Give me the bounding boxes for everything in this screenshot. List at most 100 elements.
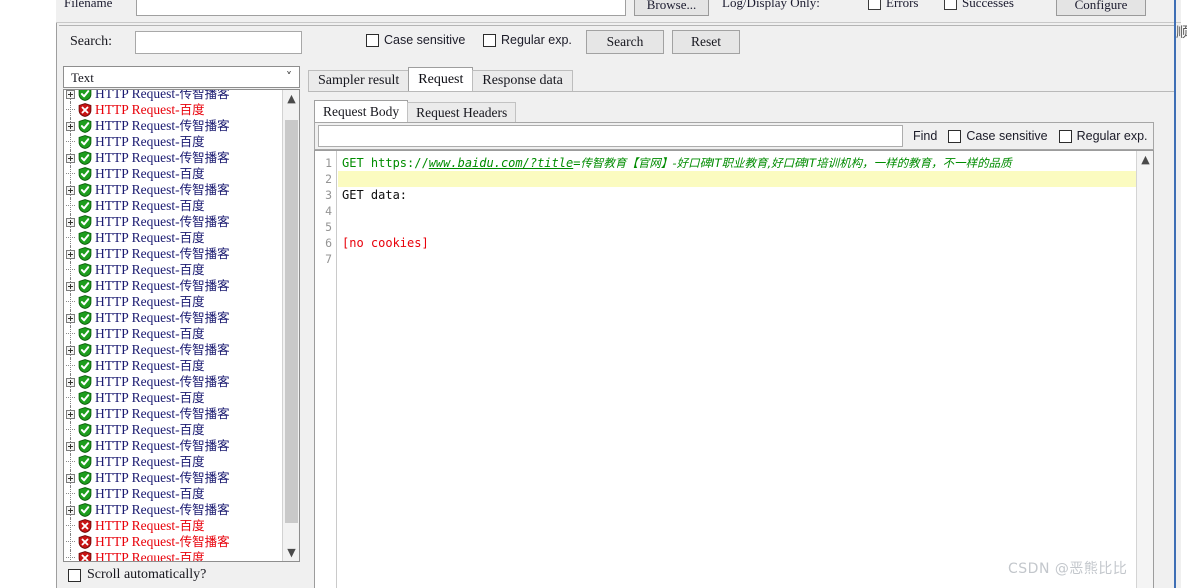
request-sub-tabs[interactable]: Request Body Request Headers	[314, 100, 517, 122]
tree-row[interactable]: HTTP Request-百度	[64, 198, 282, 214]
results-tree[interactable]: HTTP Request-传智播客 HTTP Request-百度 HTTP Req…	[63, 89, 300, 562]
subtab-request-body[interactable]: Request Body	[314, 100, 409, 122]
tab-response-data[interactable]: Response data	[472, 70, 573, 91]
tree-row[interactable]: HTTP Request-传智播客	[64, 118, 282, 134]
editor-vertical-scrollbar[interactable]: ▲ ▼	[1136, 151, 1153, 588]
success-shield-icon	[78, 279, 92, 293]
tree-expand-icon[interactable]	[66, 186, 75, 195]
tree-row[interactable]: HTTP Request-传智播客	[64, 374, 282, 390]
tree-row[interactable]: HTTP Request-百度	[64, 390, 282, 406]
code-content[interactable]: GET https://www.baidu.com/?title=传智教育【官网…	[338, 151, 1136, 588]
tree-expand-icon[interactable]	[66, 314, 75, 323]
success-shield-icon	[78, 407, 92, 421]
tree-row[interactable]: HTTP Request-百度	[64, 166, 282, 182]
find-input[interactable]	[318, 125, 903, 147]
tree-guide-line	[70, 102, 71, 118]
tree-row-label: HTTP Request-百度	[95, 422, 205, 437]
success-shield-icon	[78, 503, 92, 517]
find-regular-exp-option[interactable]: Regular exp.	[1058, 129, 1148, 143]
tab-request[interactable]: Request	[408, 67, 474, 91]
filename-input[interactable]	[136, 0, 626, 16]
find-case-sensitive-checkbox[interactable]	[948, 129, 962, 143]
success-shield-icon	[78, 311, 92, 325]
results-tree-rows[interactable]: HTTP Request-传智播客 HTTP Request-百度 HTTP Req…	[64, 90, 282, 561]
tree-row[interactable]: HTTP Request-传智播客	[64, 214, 282, 230]
subtab-request-headers[interactable]: Request Headers	[407, 102, 517, 122]
tree-expand-icon[interactable]	[66, 506, 75, 515]
tree-row[interactable]: HTTP Request-传智播客	[64, 246, 282, 262]
window-outer-right-margin	[1181, 0, 1187, 588]
tree-scrollbar-thumb[interactable]	[285, 120, 298, 523]
tree-vertical-scrollbar[interactable]: ▲ ▼	[282, 90, 299, 561]
search-regular-exp-option[interactable]: Regular exp.	[483, 33, 572, 47]
tree-row[interactable]: HTTP Request-传智播客	[64, 342, 282, 358]
tree-expand-icon[interactable]	[66, 218, 75, 227]
result-tabs[interactable]: Sampler result Request Response data	[308, 67, 573, 91]
tree-row[interactable]: HTTP Request-传智播客	[64, 534, 282, 550]
url-link[interactable]: www.baidu.com/?title	[429, 156, 574, 170]
success-shield-icon	[78, 471, 92, 485]
tree-expand-icon[interactable]	[66, 346, 75, 355]
tree-row[interactable]: HTTP Request-传智播客	[64, 502, 282, 518]
reset-button[interactable]: Reset	[672, 30, 740, 54]
configure-button[interactable]: Configure	[1056, 0, 1146, 16]
find-regular-exp-checkbox[interactable]	[1058, 129, 1072, 143]
scroll-automatically-option[interactable]: Scroll automatically?	[68, 567, 206, 583]
tree-row[interactable]: HTTP Request-百度	[64, 294, 282, 310]
tree-row[interactable]: HTTP Request-百度	[64, 262, 282, 278]
tree-row[interactable]: HTTP Request-百度	[64, 230, 282, 246]
window-outer-left-margin	[0, 0, 56, 588]
tree-row[interactable]: HTTP Request-传智播客	[64, 150, 282, 166]
tree-row[interactable]: HTTP Request-传智播客	[64, 470, 282, 486]
tree-row-label: HTTP Request-传智播客	[95, 374, 230, 389]
tree-row[interactable]: HTTP Request-百度	[64, 550, 282, 561]
tree-row[interactable]: HTTP Request-传智播客	[64, 438, 282, 454]
editor-scroll-up-icon[interactable]: ▲	[1137, 151, 1153, 168]
tree-row[interactable]: HTTP Request-百度	[64, 486, 282, 502]
tree-expand-icon[interactable]	[66, 90, 75, 99]
tree-row[interactable]: HTTP Request-百度	[64, 454, 282, 470]
success-shield-icon	[78, 183, 92, 197]
tree-expand-icon[interactable]	[66, 378, 75, 387]
scroll-up-icon[interactable]: ▲	[283, 90, 299, 107]
tree-row-label: HTTP Request-传智播客	[95, 182, 230, 197]
find-case-sensitive-option[interactable]: Case sensitive	[948, 129, 1048, 143]
search-button[interactable]: Search	[586, 30, 664, 54]
tree-row[interactable]: HTTP Request-百度	[64, 134, 282, 150]
tree-expand-icon[interactable]	[66, 474, 75, 483]
tree-row[interactable]: HTTP Request-传智播客	[64, 182, 282, 198]
result-detail-panel: Sampler result Request Response data Reque…	[308, 62, 1174, 588]
tree-row[interactable]: HTTP Request-百度	[64, 358, 282, 374]
tree-leaf-connector	[66, 141, 75, 142]
browse-button[interactable]: Browse...	[634, 0, 709, 16]
tree-row[interactable]: HTTP Request-百度	[64, 326, 282, 342]
tree-expand-icon[interactable]	[66, 154, 75, 163]
search-case-sensitive-option[interactable]: Case sensitive	[366, 33, 465, 47]
errors-checkbox[interactable]	[868, 0, 881, 10]
view-mode-dropdown[interactable]: Text ˅	[63, 66, 300, 88]
tree-expand-icon[interactable]	[66, 250, 75, 259]
scroll-automatically-checkbox[interactable]	[68, 568, 81, 582]
tree-row[interactable]: HTTP Request-百度	[64, 102, 282, 118]
tree-row[interactable]: HTTP Request-传智播客	[64, 310, 282, 326]
tree-expand-icon[interactable]	[66, 410, 75, 419]
tab-sampler-result[interactable]: Sampler result	[308, 70, 410, 91]
tree-row-label: HTTP Request-百度	[95, 166, 205, 181]
tree-row[interactable]: HTTP Request-百度	[64, 422, 282, 438]
request-body-editor[interactable]: 1 2 3 4 5 6 7 GET https://www.baidu.com/?title…	[314, 150, 1154, 588]
tree-row[interactable]: HTTP Request-百度	[64, 518, 282, 534]
search-case-sensitive-checkbox[interactable]	[366, 33, 379, 47]
successes-checkbox[interactable]	[944, 0, 957, 10]
scroll-down-icon[interactable]: ▼	[283, 544, 299, 561]
search-input[interactable]	[135, 31, 302, 54]
line-number: 7	[325, 252, 332, 266]
tree-expand-icon[interactable]	[66, 122, 75, 131]
tree-row[interactable]: HTTP Request-传智播客	[64, 90, 282, 102]
log-display-only-label: Log/Display Only:	[722, 0, 820, 10]
tree-row[interactable]: HTTP Request-传智播客	[64, 406, 282, 422]
search-regular-exp-checkbox[interactable]	[483, 33, 496, 47]
code-line: GET data:	[342, 187, 407, 203]
tree-expand-icon[interactable]	[66, 282, 75, 291]
tree-expand-icon[interactable]	[66, 442, 75, 451]
tree-row[interactable]: HTTP Request-传智播客	[64, 278, 282, 294]
